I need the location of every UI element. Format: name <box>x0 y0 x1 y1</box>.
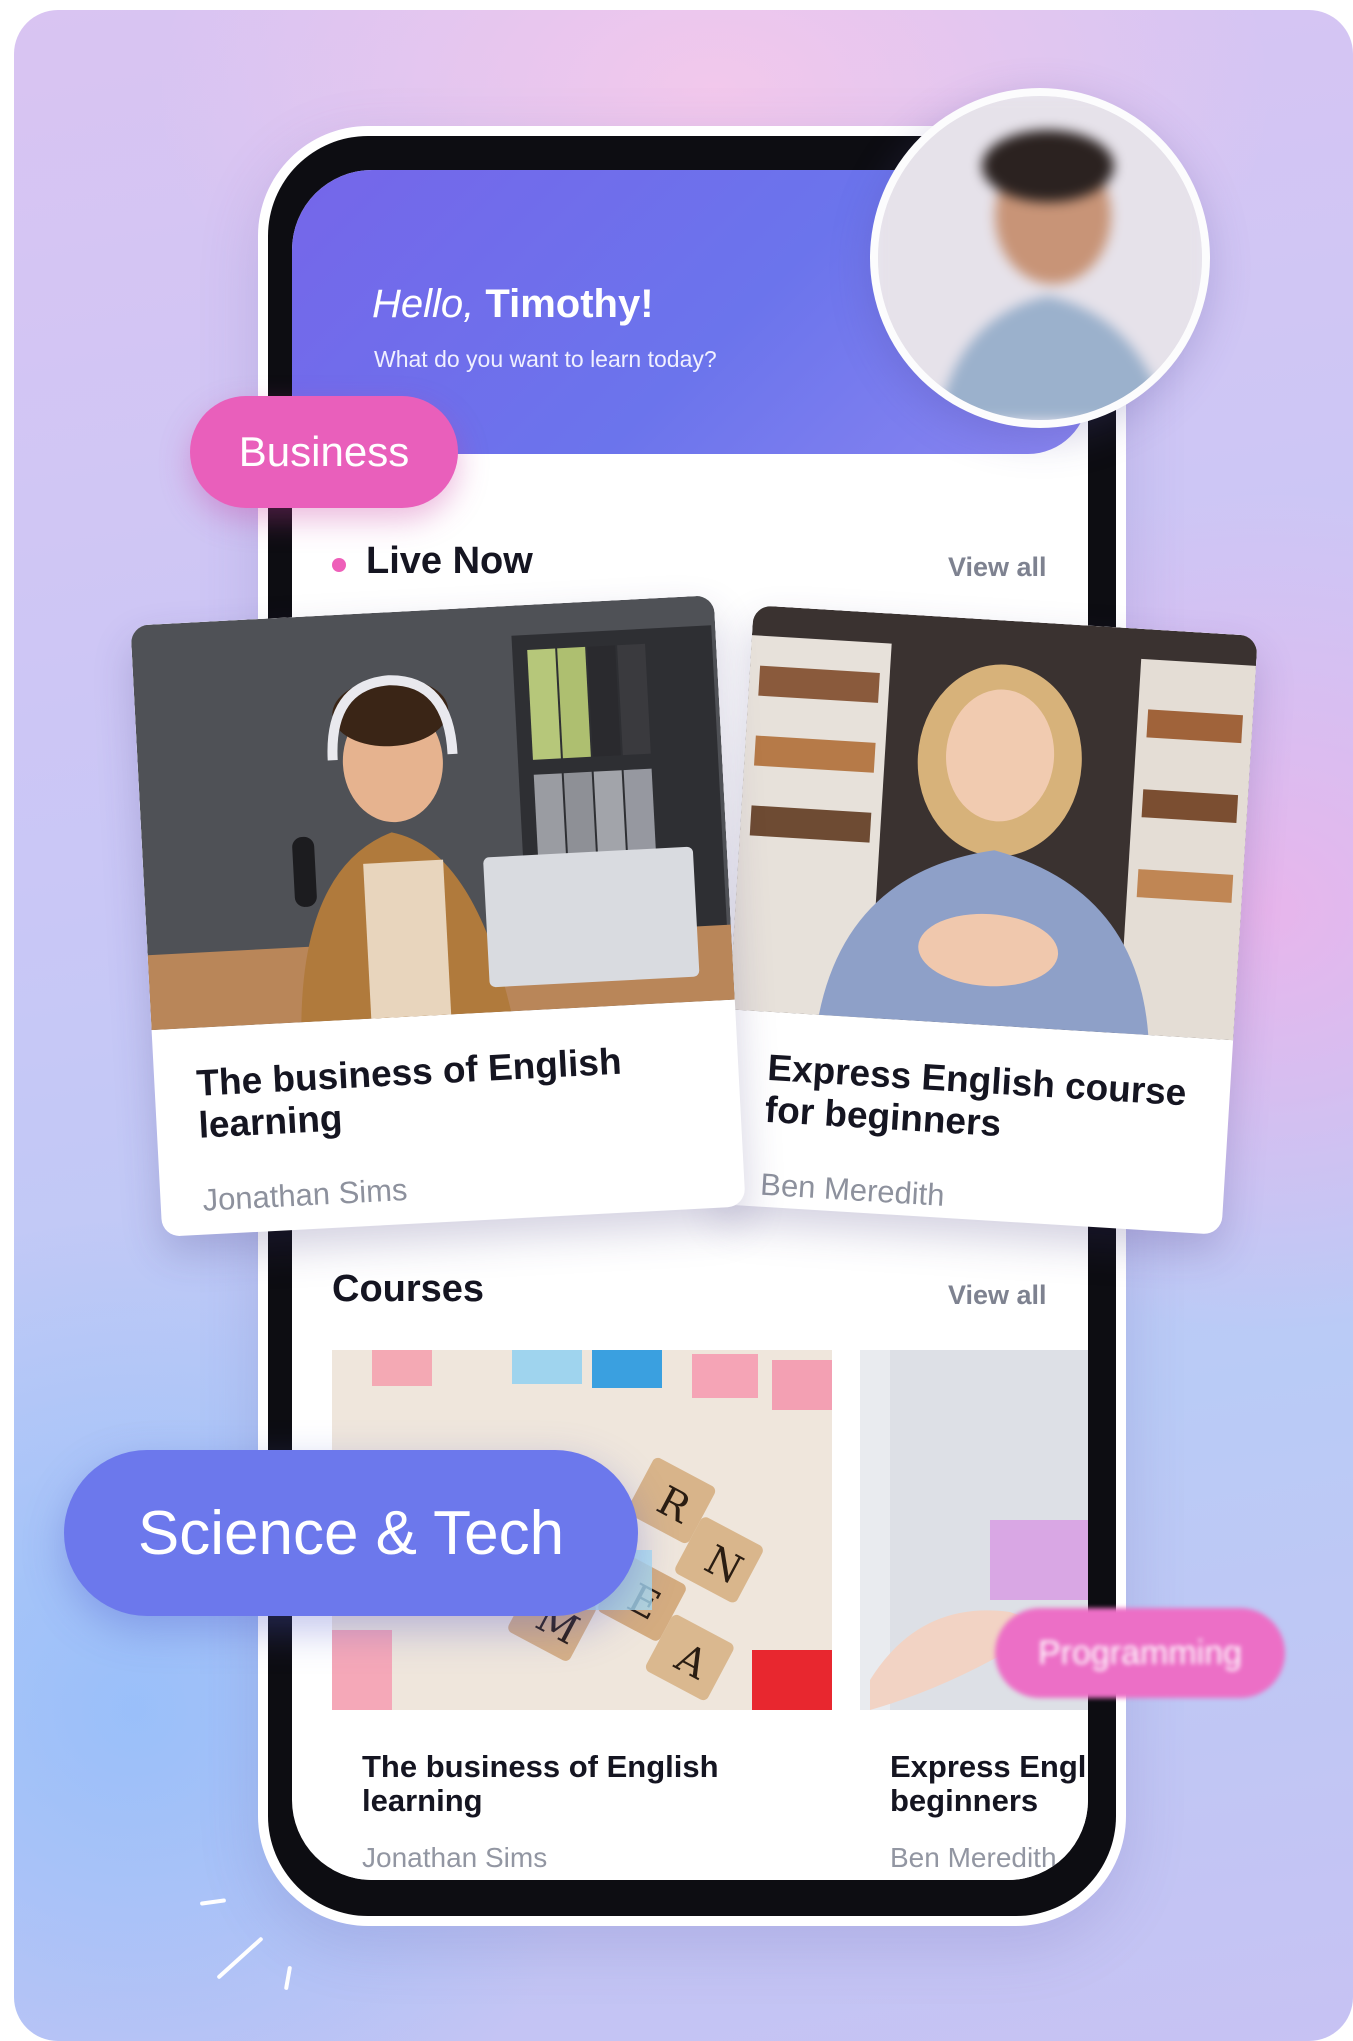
live-card[interactable]: The business of English learning Jonatha… <box>130 595 746 1237</box>
course-author: Jonathan Sims <box>362 1842 548 1873</box>
course-title: The business of English learning <box>362 1749 719 1818</box>
live-card[interactable]: Express English course for beginners Ben… <box>717 605 1258 1235</box>
tutor-woman-image <box>729 605 1258 1041</box>
live-card-author: Jonathan Sims <box>201 1172 409 1218</box>
live-card-title: The business of English learning <box>195 1040 623 1146</box>
courses-title: Courses <box>332 1268 485 1310</box>
sparkle-decoration <box>283 1965 293 1991</box>
sparkle-decoration <box>199 1898 227 1906</box>
live-indicator-dot <box>332 558 346 572</box>
live-card-title: Express English course for beginners <box>763 1046 1188 1145</box>
greeting: Hello, Timothy! <box>372 282 654 327</box>
courses-view-all-link[interactable]: View all <box>948 1280 1047 1311</box>
live-now-title: Live Now <box>366 540 533 582</box>
business-tag[interactable]: Business <box>190 396 458 508</box>
programming-tag[interactable]: Programming <box>995 1608 1285 1698</box>
course-title: Express English course for beginners <box>890 1749 1088 1818</box>
live-view-all-link[interactable]: View all <box>948 552 1047 583</box>
science-tech-tag[interactable]: Science & Tech <box>64 1450 638 1616</box>
course-author: Ben Meredith <box>890 1842 1057 1873</box>
greeting-subtitle: What do you want to learn today? <box>374 346 717 372</box>
avatar[interactable] <box>870 88 1210 428</box>
live-card-author: Ben Meredith <box>759 1166 946 1213</box>
greeting-hello: Hello, <box>372 282 475 326</box>
sparkle-decoration <box>216 1936 264 1980</box>
greeting-name: Timothy! <box>485 282 654 326</box>
tutor-man-image <box>130 595 735 1031</box>
